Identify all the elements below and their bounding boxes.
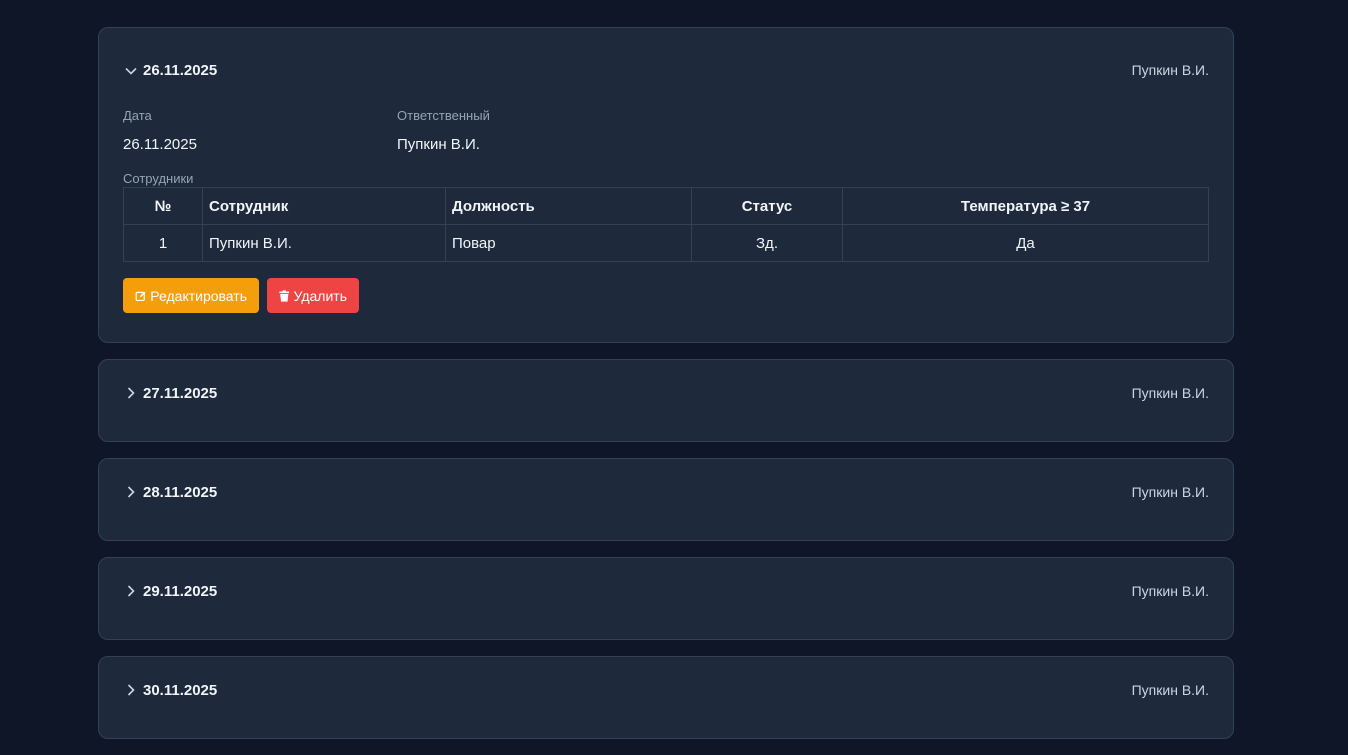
employees-section-label: Сотрудники	[123, 171, 194, 186]
employees-table: № Сотрудник Должность Статус Температура…	[123, 187, 1209, 262]
entry-date: 28.11.2025	[143, 483, 218, 501]
col-temperature: Температура ≥ 37	[842, 187, 1209, 225]
entry-responsible: Пупкин В.И.	[1131, 62, 1209, 78]
responsible-field-label: Ответственный	[397, 108, 490, 123]
chevron-right-icon[interactable]	[123, 385, 139, 401]
delete-button-label: Удалить	[293, 287, 347, 304]
delete-button[interactable]: Удалить	[267, 278, 359, 313]
chevron-right-icon[interactable]	[123, 484, 139, 500]
journal-entry-header[interactable]: 27.11.2025 Пупкин В.И.	[123, 360, 1209, 444]
journal-entry-card: 27.11.2025 Пупкин В.И.	[98, 359, 1234, 442]
journal-entry-card: 28.11.2025 Пупкин В.И.	[98, 458, 1234, 541]
entry-date: 26.11.2025	[143, 62, 218, 79]
date-field-value: 26.11.2025	[123, 136, 197, 153]
responsible-field-value: Пупкин В.И.	[397, 136, 480, 153]
journal-entry-card: 29.11.2025 Пупкин В.И.	[98, 557, 1234, 640]
journal-entry-header[interactable]: 29.11.2025 Пупкин В.И.	[123, 558, 1209, 642]
date-field: Дата 26.11.2025	[123, 108, 397, 153]
chevron-down-icon[interactable]	[123, 63, 139, 79]
chevron-right-icon[interactable]	[123, 583, 139, 599]
responsible-field: Ответственный Пупкин В.И.	[397, 108, 671, 153]
entry-responsible: Пупкин В.И.	[1131, 484, 1209, 500]
entry-responsible: Пупкин В.И.	[1131, 583, 1209, 599]
entry-actions: Редактировать Удалить	[123, 278, 1209, 313]
cell-status: Зд.	[691, 224, 843, 262]
journal-entry-header[interactable]: 28.11.2025 Пупкин В.И.	[123, 459, 1209, 543]
cell-temperature: Да	[842, 224, 1209, 262]
entry-responsible: Пупкин В.И.	[1131, 682, 1209, 698]
journal-list: 26.11.2025 Пупкин В.И. Дата 26.11.2025 О…	[98, 27, 1234, 755]
edit-button[interactable]: Редактировать	[123, 278, 259, 313]
entry-responsible: Пупкин В.И.	[1131, 385, 1209, 401]
cell-position: Повар	[445, 224, 692, 262]
journal-entry-header[interactable]: 30.11.2025 Пупкин В.И.	[123, 657, 1209, 741]
edit-icon	[135, 291, 146, 301]
entry-date: 30.11.2025	[143, 681, 218, 699]
trash-icon	[279, 289, 290, 302]
col-position: Должность	[445, 187, 692, 225]
journal-entry-card: 30.11.2025 Пупкин В.И.	[98, 656, 1234, 739]
cell-number: 1	[123, 224, 203, 262]
journal-entry-card: 26.11.2025 Пупкин В.И. Дата 26.11.2025 О…	[98, 27, 1234, 343]
edit-button-label: Редактировать	[150, 287, 247, 304]
col-employee: Сотрудник	[202, 187, 446, 225]
chevron-right-icon[interactable]	[123, 682, 139, 698]
col-status: Статус	[691, 187, 843, 225]
table-header-row: № Сотрудник Должность Статус Температура…	[123, 187, 1209, 225]
journal-entry-header[interactable]: 26.11.2025 Пупкин В.И.	[123, 28, 1209, 114]
entry-fields: Дата 26.11.2025 Ответственный Пупкин В.И…	[123, 108, 1209, 153]
entry-date: 29.11.2025	[143, 582, 218, 600]
col-number: №	[123, 187, 203, 225]
table-row: 1 Пупкин В.И. Повар Зд. Да	[123, 224, 1209, 262]
entry-date: 27.11.2025	[143, 384, 218, 402]
cell-employee: Пупкин В.И.	[202, 224, 446, 262]
date-field-label: Дата	[123, 108, 152, 123]
